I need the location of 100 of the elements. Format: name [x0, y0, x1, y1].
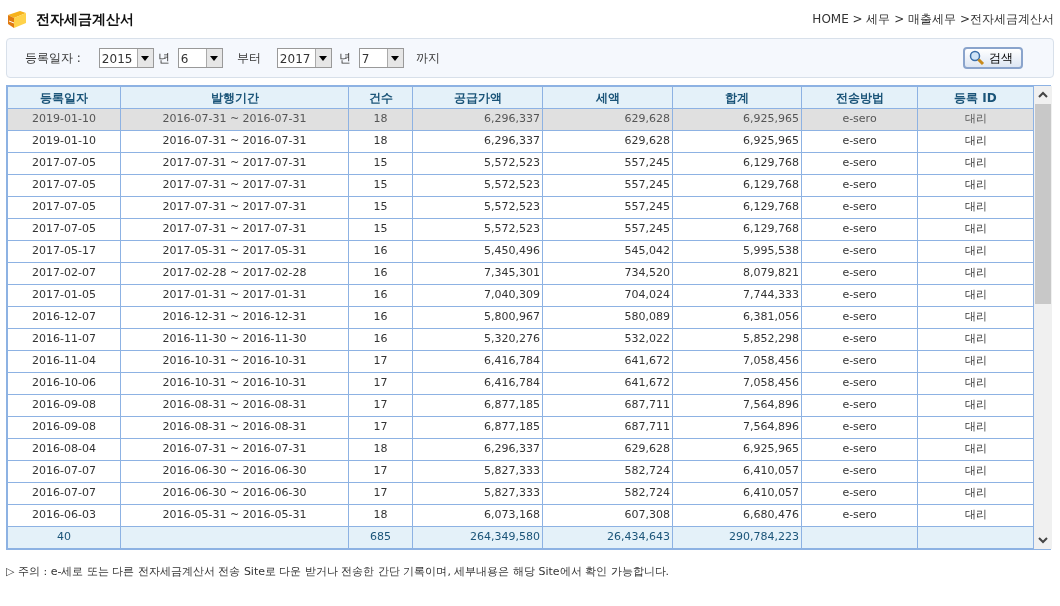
table-cell: 15: [348, 196, 413, 219]
table-cell: 7,564,896: [672, 416, 802, 439]
table-cell: 17: [348, 372, 413, 395]
table-cell: 7,058,456: [672, 372, 802, 395]
table-cell: e-sero: [801, 372, 918, 395]
table-cell: 6,381,056: [672, 306, 802, 329]
table-cell: e-sero: [801, 130, 918, 153]
table-row[interactable]: 2017-05-17 2017-05-31 ~ 2017-05-31 16 5,450,496 545,042 5,995,538 e-sero 대리: [7, 240, 1034, 263]
table-cell: 대리: [917, 196, 1034, 219]
table-cell: 6,129,768: [672, 196, 802, 219]
table-cell: 16: [348, 262, 413, 285]
table-cell: 5,572,523: [412, 152, 543, 175]
dropdown[interactable]: 2015: [98, 48, 154, 68]
table-cell: 5,800,967: [412, 306, 543, 329]
table-row[interactable]: 2019-01-10 2016-07-31 ~ 2016-07-31 18 6,296,337 629,628 6,925,965 e-sero 대리: [7, 108, 1034, 131]
column-header: 합계: [672, 86, 802, 109]
table-row[interactable]: 2017-02-07 2017-02-28 ~ 2017-02-28 16 7,345,301 734,520 8,079,821 e-sero 대리: [7, 262, 1034, 285]
filter-label: 년: [157, 50, 170, 67]
table-cell: 2017-05-31 ~ 2017-05-31: [120, 240, 349, 263]
table-row[interactable]: 2016-11-07 2016-11-30 ~ 2016-11-30 16 5,320,276 532,022 5,852,298 e-sero 대리: [7, 328, 1034, 351]
scrollbar[interactable]: [1034, 86, 1052, 549]
table-row[interactable]: 2016-11-04 2016-10-31 ~ 2016-10-31 17 6,416,784 641,672 7,058,456 e-sero 대리: [7, 350, 1034, 373]
table-cell: 2017-07-31 ~ 2017-07-31: [120, 196, 349, 219]
dropdown[interactable]: 6: [177, 48, 223, 68]
table-row[interactable]: 2016-09-08 2016-08-31 ~ 2016-08-31 17 6,877,185 687,711 7,564,896 e-sero 대리: [7, 416, 1034, 439]
table-cell: 704,024: [542, 284, 673, 307]
search-button[interactable]: 검색: [963, 47, 1023, 69]
dropdown[interactable]: 2017: [276, 48, 332, 68]
table-cell: 532,022: [542, 328, 673, 351]
table-cell: e-sero: [801, 416, 918, 439]
table-row[interactable]: 2016-07-07 2016-06-30 ~ 2016-06-30 17 5,827,333 582,724 6,410,057 e-sero 대리: [7, 482, 1034, 505]
table-cell: 734,520: [542, 262, 673, 285]
table-cell: 2016-11-04: [7, 350, 121, 373]
table-cell: 17: [348, 350, 413, 373]
table-row[interactable]: 2016-12-07 2016-12-31 ~ 2016-12-31 16 5,800,967 580,089 6,381,056 e-sero 대리: [7, 306, 1034, 329]
table-cell: 6,925,965: [672, 438, 802, 461]
column-header: 발행기간: [120, 86, 349, 109]
table-cell: 2016-07-31 ~ 2016-07-31: [120, 130, 349, 153]
table-cell: e-sero: [801, 196, 918, 219]
table-cell: 629,628: [542, 438, 673, 461]
table-cell: 2016-09-08: [7, 394, 121, 417]
table-row[interactable]: 2017-07-05 2017-07-31 ~ 2017-07-31 15 5,572,523 557,245 6,129,768 e-sero 대리: [7, 218, 1034, 241]
table-cell: 545,042: [542, 240, 673, 263]
table-cell: 6,877,185: [412, 416, 543, 439]
table-cell: 2016-07-07: [7, 482, 121, 505]
table-cell: e-sero: [801, 174, 918, 197]
table-cell: 대리: [917, 438, 1034, 461]
table-cell: 2017-07-05: [7, 174, 121, 197]
table-cell: 7,058,456: [672, 350, 802, 373]
table-cell: 6,073,168: [412, 504, 543, 527]
scrollbar-thumb[interactable]: [1035, 104, 1051, 304]
table-cell: 대리: [917, 174, 1034, 197]
table-cell: 2016-05-31 ~ 2016-05-31: [120, 504, 349, 527]
table-cell: 5,320,276: [412, 328, 543, 351]
table-row[interactable]: 2016-07-07 2016-06-30 ~ 2016-06-30 17 5,827,333 582,724 6,410,057 e-sero 대리: [7, 460, 1034, 483]
table-row[interactable]: 2016-09-08 2016-08-31 ~ 2016-08-31 17 6,877,185 687,711 7,564,896 e-sero 대리: [7, 394, 1034, 417]
table-cell: 607,308: [542, 504, 673, 527]
table-cell: 2017-07-05: [7, 152, 121, 175]
dropdown-arrow-icon: [391, 55, 400, 61]
table-row[interactable]: 2016-08-04 2016-07-31 ~ 2016-07-31 18 6,296,337 629,628 6,925,965 e-sero 대리: [7, 438, 1034, 461]
table-cell: e-sero: [801, 460, 918, 483]
table-cell: 대리: [917, 394, 1034, 417]
table-cell: 687,711: [542, 416, 673, 439]
table-cell: 2016-06-30 ~ 2016-06-30: [120, 482, 349, 505]
table-cell: 대리: [917, 306, 1034, 329]
table-cell: 2016-07-31 ~ 2016-07-31: [120, 108, 349, 131]
table-cell: e-sero: [801, 482, 918, 505]
table-cell: 대리: [917, 504, 1034, 527]
note-text: ▷ 주의 : e-세로 또는 다른 전자세금계산서 전송 Site로 다운 받거나 전송한 간단 기록이며, 세부내용은 해당 Site에서 확인 가능합니다.: [6, 564, 671, 580]
table-cell: 16: [348, 306, 413, 329]
page-title: 전자세금계산서: [36, 9, 134, 29]
table-cell: 17: [348, 416, 413, 439]
table-cell: 7,564,896: [672, 394, 802, 417]
table-cell: 6,416,784: [412, 372, 543, 395]
table-cell: 2016-08-04: [7, 438, 121, 461]
table-cell: 2016-11-07: [7, 328, 121, 351]
table-cell: 대리: [917, 240, 1034, 263]
table-cell: 2017-07-31 ~ 2017-07-31: [120, 174, 349, 197]
table-row[interactable]: 2016-06-03 2016-05-31 ~ 2016-05-31 18 6,073,168 607,308 6,680,476 e-sero 대리: [7, 504, 1034, 527]
table-row[interactable]: 2019-01-10 2016-07-31 ~ 2016-07-31 18 6,296,337 629,628 6,925,965 e-sero 대리: [7, 130, 1034, 153]
table-cell: 629,628: [542, 108, 673, 131]
table-cell: 5,995,538: [672, 240, 802, 263]
table-row[interactable]: 2017-07-05 2017-07-31 ~ 2017-07-31 15 5,572,523 557,245 6,129,768 e-sero 대리: [7, 152, 1034, 175]
dropdown[interactable]: 7: [358, 48, 404, 68]
column-header: 전송방법: [801, 86, 918, 109]
table-cell: 7,744,333: [672, 284, 802, 307]
table-row[interactable]: 2017-07-05 2017-07-31 ~ 2017-07-31 15 5,572,523 557,245 6,129,768 e-sero 대리: [7, 174, 1034, 197]
table-cell: 6,410,057: [672, 460, 802, 483]
magnifier-icon: [969, 50, 985, 66]
table-row[interactable]: 2016-10-06 2016-10-31 ~ 2016-10-31 17 6,416,784 641,672 7,058,456 e-sero 대리: [7, 372, 1034, 395]
column-header: 건수: [348, 86, 413, 109]
table-cell: 6,129,768: [672, 174, 802, 197]
table-cell: 대리: [917, 460, 1034, 483]
table-row[interactable]: 2017-01-05 2017-01-31 ~ 2017-01-31 16 7,040,309 704,024 7,744,333 e-sero 대리: [7, 284, 1034, 307]
table-cell: 대리: [917, 350, 1034, 373]
table-row[interactable]: 2017-07-05 2017-07-31 ~ 2017-07-31 15 5,572,523 557,245 6,129,768 e-sero 대리: [7, 196, 1034, 219]
table-cell: 582,724: [542, 482, 673, 505]
table-cell: 6,296,337: [412, 438, 543, 461]
table-cell: 2017-01-05: [7, 284, 121, 307]
table-cell: 5,827,333: [412, 460, 543, 483]
